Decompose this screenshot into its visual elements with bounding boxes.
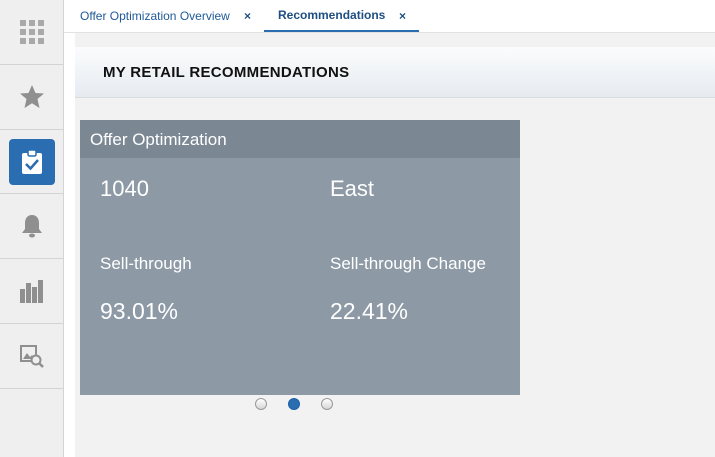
pager-dot-1[interactable]: [255, 398, 267, 410]
pager-dot-2-active[interactable]: [288, 398, 300, 410]
sell-through-change-value: 22.41%: [330, 298, 409, 324]
card-title: Offer Optimization: [90, 130, 227, 149]
sell-through-value: 93.01%: [100, 298, 179, 324]
page-title: MY RETAIL RECOMMENDATIONS: [103, 64, 350, 81]
tab-offer-optimization-overview[interactable]: Offer Optimization Overview: [80, 0, 230, 32]
close-tab-icon[interactable]: ×: [244, 9, 251, 23]
sidebar-item-apps[interactable]: [0, 0, 63, 65]
tab-bar: Offer Optimization Overview × Recommenda…: [64, 0, 715, 33]
page-header: MY RETAIL RECOMMENDATIONS: [75, 47, 715, 98]
close-tab-icon[interactable]: ×: [399, 9, 406, 23]
image-search-icon: [19, 343, 45, 369]
sidebar-item-tasks[interactable]: [0, 130, 63, 194]
region-value: East: [330, 176, 375, 201]
sidebar-item-notifications[interactable]: [0, 194, 63, 259]
store-id-value: 1040: [100, 176, 149, 201]
sidebar-item-image-search[interactable]: [0, 324, 63, 389]
sell-through-label: Sell-through: [100, 254, 192, 273]
bell-icon: [20, 213, 44, 239]
bar-chart-icon: [19, 279, 45, 303]
clipboard-check-icon: [21, 148, 43, 175]
sidebar-item-reports[interactable]: [0, 259, 63, 324]
star-icon: [19, 84, 45, 110]
tab-label: Offer Optimization Overview: [80, 9, 230, 23]
grid-icon: [19, 19, 45, 45]
active-indicator: [8, 138, 55, 185]
sidebar-item-favorites[interactable]: [0, 65, 63, 130]
sell-through-change-label: Sell-through Change: [330, 254, 486, 273]
pager-dot-3[interactable]: [321, 398, 333, 410]
sidebar: [0, 0, 64, 457]
tab-recommendations[interactable]: Recommendations: [264, 0, 419, 32]
offer-optimization-card[interactable]: Offer Optimization 1040 East Sell-throug…: [80, 120, 520, 395]
tab-label: Recommendations: [278, 8, 386, 22]
card-header: Offer Optimization: [80, 120, 520, 158]
